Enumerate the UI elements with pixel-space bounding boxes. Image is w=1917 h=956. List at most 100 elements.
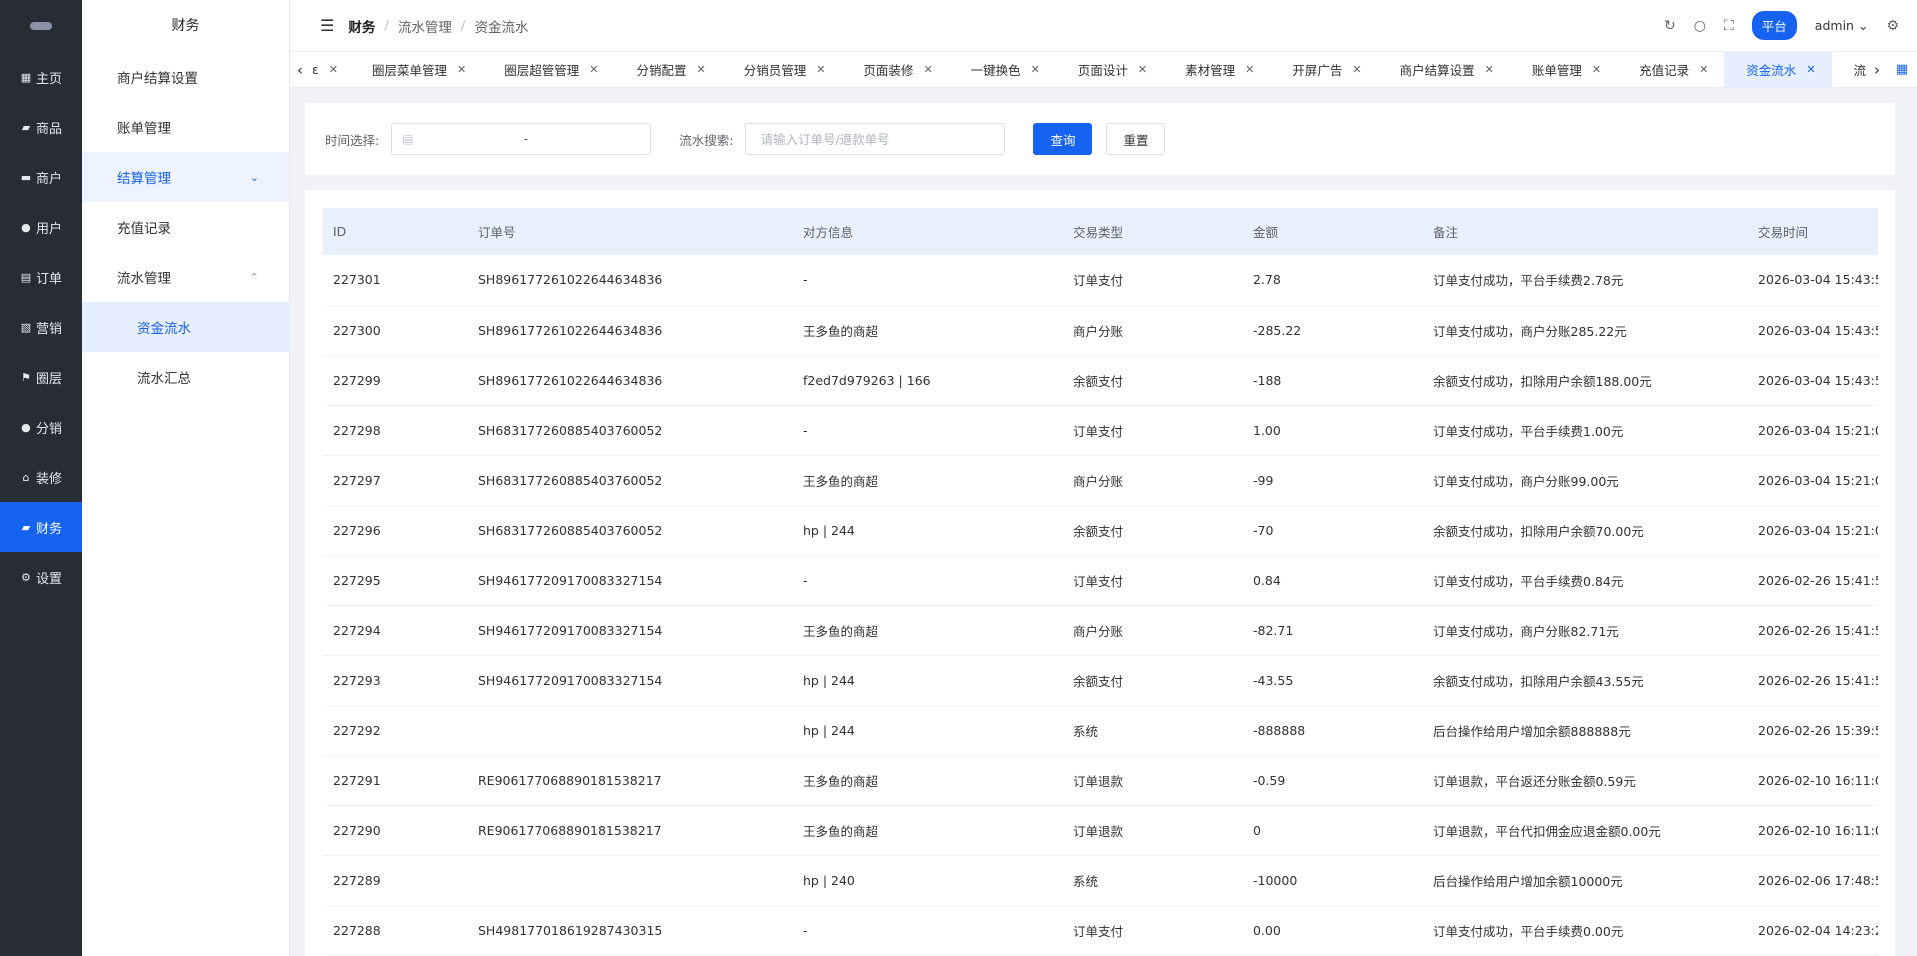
close-icon[interactable]: ✕ <box>816 63 825 76</box>
tab-list: ε ✕ 圈层菜单管理 ✕ 圈层超管管理 ✕ 分销配置 ✕ 分销员管理 ✕ 页面装修 ✕ 一键换色 ✕ 页面设… <box>310 51 1867 88</box>
tabs-scroll-left-icon[interactable]: ‹ <box>290 61 310 79</box>
table-cell: 2026-02-10 16:11:00 <box>1748 755 1878 806</box>
rail-item[interactable]: ▬ 商户 <box>0 152 82 202</box>
tab-label: 流水汇总 <box>1853 63 1867 78</box>
rail-item[interactable]: ▧ 营销 <box>0 302 82 352</box>
close-icon[interactable]: ✕ <box>329 63 338 76</box>
sub-menu-item[interactable]: 商户结算设置 <box>82 52 289 102</box>
sub-menu-title: 财务 <box>171 18 200 34</box>
tab-item[interactable]: 一键换色 ✕ <box>949 52 1056 88</box>
table-cell: -99 <box>1243 455 1423 506</box>
sub-menu-item-label: 流水汇总 <box>137 371 191 387</box>
search-icon[interactable]: ○ <box>1694 18 1706 34</box>
close-icon[interactable]: ✕ <box>1699 63 1708 76</box>
table-cell: 227298 <box>323 405 468 456</box>
table-cell: hp | 244 <box>793 655 1063 706</box>
tab-label: 圈层菜单管理 <box>371 63 447 78</box>
breadcrumb-item[interactable]: 流水管理 <box>398 16 452 36</box>
fullscreen-icon[interactable]: ⛶ <box>1724 18 1734 34</box>
tab-item[interactable]: 圈层菜单管理 ✕ <box>350 52 482 88</box>
tab-item[interactable]: 素材管理 ✕ <box>1163 52 1270 88</box>
table-cell: 订单支付成功，商户分账99.00元 <box>1423 455 1748 506</box>
table-cell: 余额支付成功，扣除用户余额43.55元 <box>1423 655 1748 706</box>
user-menu[interactable]: admin ⌄ <box>1815 18 1869 33</box>
rail-item-label: 商品 <box>35 121 62 137</box>
close-icon[interactable]: ✕ <box>923 63 932 76</box>
tab-item[interactable]: 账单管理 ✕ <box>1510 52 1617 88</box>
tab-label: 页面设计 <box>1077 63 1128 78</box>
tab-item[interactable]: 页面装修 ✕ <box>841 52 948 88</box>
table-cell: 订单退款，平台返还分账金额0.59元 <box>1423 755 1748 806</box>
close-icon[interactable]: ✕ <box>696 63 705 76</box>
tab-label: 开屏广告 <box>1292 63 1343 78</box>
tab-item[interactable]: 分销配置 ✕ <box>614 52 721 88</box>
tab-item[interactable]: ε ✕ <box>310 52 350 88</box>
close-icon[interactable]: ✕ <box>1031 63 1040 76</box>
table-cell: 0.00 <box>1243 905 1423 956</box>
range-separator: - <box>523 132 528 146</box>
close-icon[interactable]: ✕ <box>1352 63 1361 76</box>
date-range-picker[interactable]: ▤ - <box>391 123 652 155</box>
refresh-icon[interactable]: ↻ <box>1664 18 1676 34</box>
tab-item[interactable]: 圈层超管管理 ✕ <box>482 52 614 88</box>
sub-menu-item[interactable]: 结算管理 ⌄ <box>82 152 289 202</box>
close-icon[interactable]: ✕ <box>1485 63 1494 76</box>
sub-menu-item[interactable]: 充值记录 <box>82 202 289 252</box>
table-cell: 227297 <box>323 455 468 506</box>
column-header: 订单号 <box>468 208 793 255</box>
platform-badge[interactable]: 平台 <box>1751 11 1797 40</box>
tabs-bar: ‹ ε ✕ 圈层菜单管理 ✕ 圈层超管管理 ✕ 分销配置 ✕ 分销员管理 ✕ 页面装修 ✕ 一键换色 ✕ 页… <box>290 51 1917 88</box>
home-icon: ⌂ <box>22 470 30 484</box>
table-cell: SH683177260885403760052 <box>468 455 793 506</box>
tab-item[interactable]: 充值记录 ✕ <box>1617 52 1724 88</box>
rail-item[interactable]: ● 分销 <box>0 402 82 452</box>
table-cell: 余额支付成功，扣除用户余额188.00元 <box>1423 355 1748 406</box>
rail-item[interactable]: ⚑ 圈层 <box>0 352 82 402</box>
table-cell: 后台操作给用户增加余额10000元 <box>1423 855 1748 906</box>
close-icon[interactable]: ✕ <box>457 63 466 76</box>
sub-menu-item[interactable]: 流水管理 ⌃ <box>82 252 289 302</box>
tabs-menu-icon[interactable]: ▦ <box>1887 62 1917 77</box>
breadcrumb-item[interactable]: 财务 <box>348 16 375 36</box>
close-icon[interactable]: ✕ <box>1592 63 1601 76</box>
sub-menu-item[interactable]: 资金流水 <box>82 302 289 352</box>
rail-item-label: 分销 <box>35 421 62 437</box>
rail-item[interactable]: ⌂ 装修 <box>0 452 82 502</box>
tab-item[interactable]: 资金流水 ✕ <box>1724 51 1832 88</box>
settings-icon[interactable]: ⚙ <box>1886 18 1899 34</box>
rail-item[interactable]: ▰ 商品 <box>0 102 82 152</box>
close-icon[interactable]: ✕ <box>1138 63 1147 76</box>
close-icon[interactable]: ✕ <box>1245 63 1254 76</box>
main-nav-rail: ▦ 主页 ▰ 商品 ▬ 商户 ● 用户 ▤ 订单 ▧ 营销 ⚑ 圈层 ● 分销 ⌂ 装修 ▰ 财务 ⚙ 设置 <box>0 0 82 956</box>
rail-item[interactable]: ● 用户 <box>0 202 82 252</box>
tabs-scroll-right-icon[interactable]: › <box>1867 61 1887 79</box>
rail-item[interactable]: ▦ 主页 <box>0 52 82 102</box>
sub-menu-item[interactable]: 流水汇总 <box>82 352 289 402</box>
close-icon[interactable]: ✕ <box>1806 63 1815 76</box>
tab-item[interactable]: 开屏广告 ✕ <box>1270 52 1377 88</box>
menu-toggle-icon[interactable]: ☰ <box>320 16 334 35</box>
reset-button[interactable]: 重置 <box>1106 123 1166 155</box>
column-header: 交易类型 <box>1063 208 1243 255</box>
wallet-icon: ▰ <box>21 520 31 534</box>
rail-item[interactable]: ▤ 订单 <box>0 252 82 302</box>
tab-item[interactable]: 流水汇总✕ <box>1832 52 1867 88</box>
table-cell: 2.78 <box>1243 255 1423 306</box>
rail-item[interactable]: ▰ 财务 <box>0 502 82 552</box>
table-cell: 订单支付成功，商户分账285.22元 <box>1423 305 1748 356</box>
table-row: 227296 SH683177260885403760052 hp | 244 余额支… <box>323 505 1878 556</box>
table-cell: 系统 <box>1063 855 1243 906</box>
tab-item[interactable]: 商户结算设置 ✕ <box>1378 52 1510 88</box>
rail-item[interactable]: ⚙ 设置 <box>0 552 82 602</box>
sub-menu-item[interactable]: 账单管理 <box>82 102 289 152</box>
table-cell: 王多鱼的商超 <box>793 755 1063 806</box>
tab-item[interactable]: 分销员管理 ✕ <box>722 52 842 88</box>
close-icon[interactable]: ✕ <box>589 63 598 76</box>
search-input[interactable] <box>745 123 1006 155</box>
query-button[interactable]: 查询 <box>1033 123 1093 155</box>
tab-item[interactable]: 页面设计 ✕ <box>1056 52 1163 88</box>
table-row: 227291 RE906177068890181538217 王多鱼的商超 订单退款 -… <box>323 755 1878 806</box>
table-cell: -285.22 <box>1243 305 1423 356</box>
rail-item-label: 装修 <box>35 471 62 487</box>
rail-item-label: 财务 <box>35 521 62 537</box>
